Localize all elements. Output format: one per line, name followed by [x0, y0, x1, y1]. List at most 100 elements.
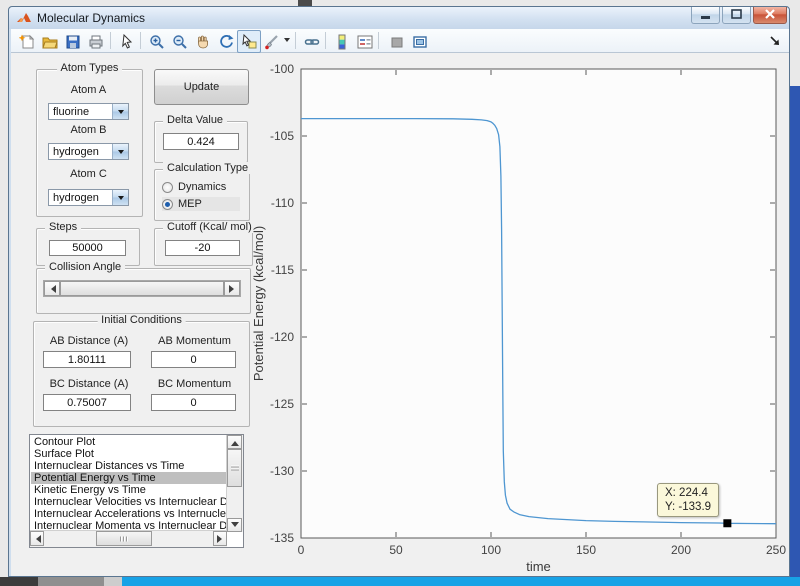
delta-value-field[interactable]: [163, 133, 239, 150]
zoom-in-icon: [150, 34, 164, 49]
bc-momentum-label: BC Momentum: [157, 378, 232, 390]
screen: Molecular Dynamics Atom Types Atom A flu…: [0, 0, 800, 586]
toolbar-separator: [325, 32, 326, 49]
atom-c-label: Atom C: [70, 168, 107, 180]
window-title: Molecular Dynamics: [37, 11, 146, 25]
ab-distance-label: AB Distance (A): [49, 335, 129, 347]
print-figure-button[interactable]: [84, 30, 108, 53]
rotate-3d-button[interactable]: [214, 30, 238, 53]
close-button[interactable]: [753, 7, 787, 24]
svg-text:-105: -105: [270, 129, 294, 143]
list-item[interactable]: Internuclear Distances vs Time: [31, 460, 227, 472]
slider-thumb[interactable]: [60, 281, 224, 296]
show-plot-tools-button[interactable]: [408, 30, 432, 53]
atom-a-value: fluorine: [53, 106, 90, 118]
svg-text:-125: -125: [270, 397, 294, 411]
cutoff-field[interactable]: [165, 240, 240, 256]
atom-b-value: hydrogen: [53, 146, 99, 158]
toolbar-overflow-arrow[interactable]: [769, 34, 781, 46]
chain-link-icon: [304, 38, 320, 45]
delta-value-title: Delta Value: [163, 114, 228, 126]
svg-text:time: time: [526, 559, 551, 574]
atom-a-dropdown[interactable]: fluorine: [48, 103, 129, 120]
edit-plot-button[interactable]: [115, 30, 139, 53]
radio-mep[interactable]: MEP: [162, 197, 240, 211]
link-plot-button[interactable]: [300, 30, 324, 53]
list-item[interactable]: Potential Energy vs Time: [31, 472, 227, 484]
svg-text:-135: -135: [270, 531, 294, 545]
chevron-down-icon[interactable]: [112, 144, 128, 159]
save-figure-button[interactable]: [61, 30, 85, 53]
update-button[interactable]: Update: [154, 69, 249, 105]
title-bar[interactable]: Molecular Dynamics: [9, 7, 789, 29]
svg-text:-115: -115: [271, 263, 294, 277]
open-file-button[interactable]: [38, 30, 62, 53]
vertical-scroll-thumb[interactable]: [227, 449, 242, 487]
list-item[interactable]: Contour Plot: [31, 436, 227, 448]
list-item[interactable]: Internuclear Accelerations vs Internucle…: [31, 508, 227, 520]
svg-text:Potential Energy (kcal/mol): Potential Energy (kcal/mol): [251, 226, 266, 381]
steps-field[interactable]: [49, 240, 126, 256]
maximize-button[interactable]: [722, 7, 751, 24]
data-tip: X: 224.4 Y: -133.9: [657, 483, 720, 517]
atom-b-dropdown[interactable]: hydrogen: [48, 143, 129, 160]
scroll-left-arrow[interactable]: [30, 531, 44, 546]
zoom-in-button[interactable]: [145, 30, 169, 53]
insert-legend-button[interactable]: [353, 30, 377, 53]
list-item[interactable]: Surface Plot: [31, 448, 227, 460]
listbox-horizontal-scrollbar[interactable]: [30, 530, 227, 547]
scroll-down-arrow[interactable]: [227, 518, 242, 532]
bc-momentum-field[interactable]: [151, 394, 236, 411]
toolbar-separator: [140, 32, 141, 49]
scroll-up-arrow[interactable]: [227, 435, 242, 449]
new-figure-icon: [19, 34, 35, 48]
bc-distance-label: BC Distance (A): [49, 378, 129, 390]
pan-button[interactable]: [191, 30, 215, 53]
plot-type-listbox[interactable]: Contour Plot Surface Plot Internuclear Dis…: [29, 434, 244, 548]
list-item[interactable]: Internuclear Velocities vs Internuclear …: [31, 496, 227, 508]
rotate-icon: [220, 34, 234, 48]
calculation-type-group: Calculation Type: [154, 162, 253, 221]
scroll-right-arrow[interactable]: [213, 531, 227, 546]
desktop-background: [0, 577, 38, 586]
hide-plot-tools-button[interactable]: [385, 30, 409, 53]
atom-types-title: Atom Types: [56, 62, 123, 74]
collision-angle-title: Collision Angle: [45, 261, 126, 273]
chevron-down-icon[interactable]: [112, 190, 128, 205]
slider-right-arrow[interactable]: [224, 281, 240, 296]
toolbar-separator: [295, 32, 296, 49]
svg-text:50: 50: [389, 543, 403, 557]
brush-data-button[interactable]: [260, 30, 284, 53]
horizontal-scroll-thumb[interactable]: [96, 531, 152, 546]
new-figure-button[interactable]: [15, 30, 39, 53]
brush-icon: [265, 34, 278, 49]
initial-conditions-title: Initial Conditions: [97, 314, 186, 326]
atom-c-dropdown[interactable]: hydrogen: [48, 189, 129, 206]
zoom-out-button[interactable]: [168, 30, 192, 53]
slider-left-arrow[interactable]: [44, 281, 60, 296]
listbox-vertical-scrollbar[interactable]: [226, 435, 243, 532]
chevron-down-icon[interactable]: [112, 104, 128, 119]
minimize-button[interactable]: [691, 7, 720, 24]
ab-momentum-field[interactable]: [151, 351, 236, 368]
bc-distance-field[interactable]: [43, 394, 131, 411]
svg-text:-100: -100: [270, 62, 294, 76]
ab-distance-field[interactable]: [43, 351, 131, 368]
hide-plot-tools-icon: [391, 37, 403, 47]
desktop-background: [122, 577, 800, 586]
legend-icon: [357, 35, 373, 48]
app-window: Molecular Dynamics Atom Types Atom A flu…: [8, 6, 790, 577]
toolbar-separator: [110, 32, 111, 49]
data-cursor-icon: [242, 33, 257, 48]
svg-text:250: 250: [766, 543, 786, 557]
data-cursor-button[interactable]: [237, 30, 261, 53]
radio-dynamics-label: Dynamics: [178, 181, 227, 193]
figure-toolbar: [11, 29, 789, 53]
desktop-background: [790, 86, 800, 586]
brush-dropdown-caret[interactable]: [284, 38, 290, 45]
save-icon: [66, 35, 80, 48]
radio-dynamics[interactable]: Dynamics: [162, 180, 240, 194]
collision-angle-slider[interactable]: [43, 280, 241, 297]
insert-colorbar-button[interactable]: [330, 30, 354, 53]
list-item[interactable]: Kinetic Energy vs Time: [31, 484, 227, 496]
